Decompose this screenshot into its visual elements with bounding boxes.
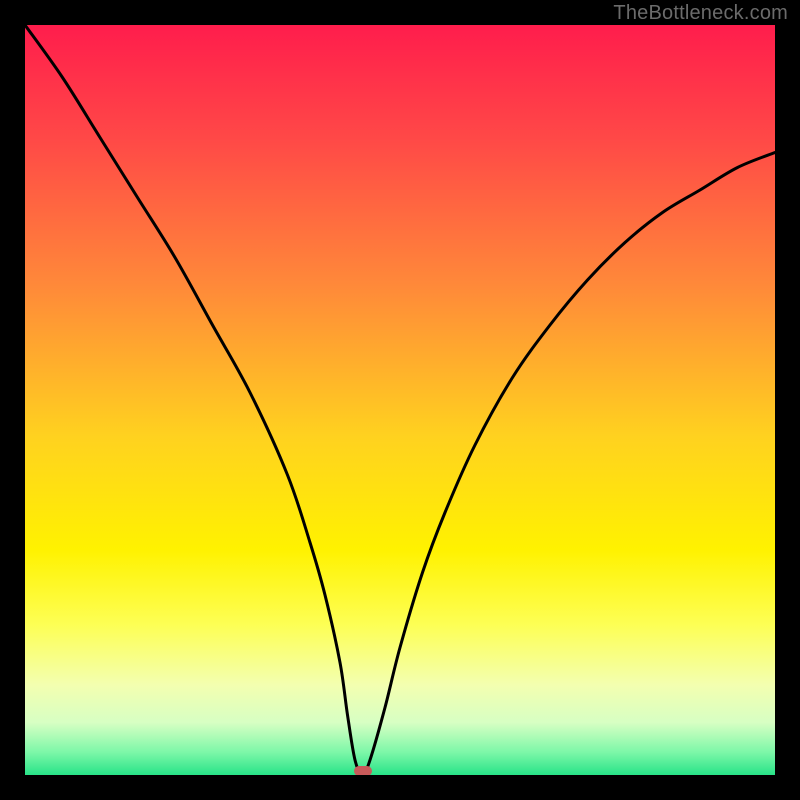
- bottleneck-curve: [25, 25, 775, 775]
- optimum-marker: [354, 766, 372, 775]
- watermark-text: TheBottleneck.com: [613, 2, 788, 25]
- plot-area: [25, 25, 775, 775]
- curve-layer: [25, 25, 775, 775]
- chart-frame: TheBottleneck.com: [0, 0, 800, 800]
